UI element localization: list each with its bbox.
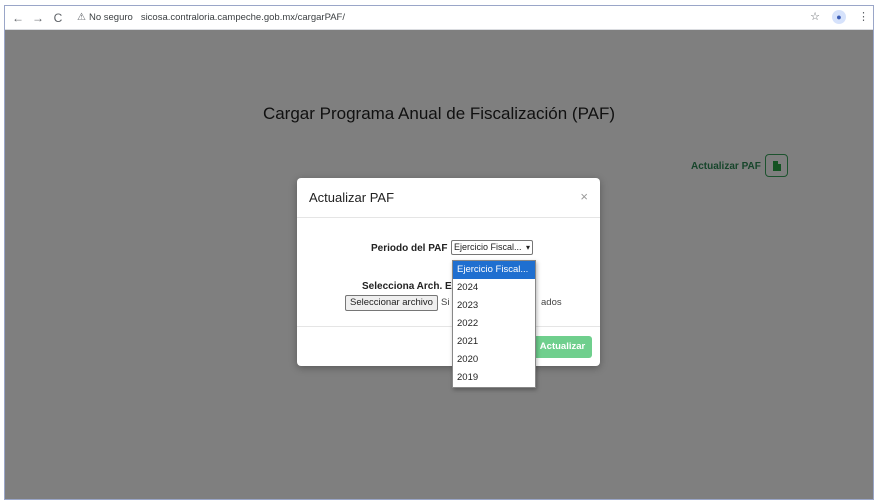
forward-icon[interactable]: → bbox=[31, 11, 45, 25]
file-status-end: ados bbox=[541, 297, 562, 308]
close-icon[interactable]: × bbox=[580, 189, 588, 204]
browser-toolbar: ← → C ⚠ No seguro sicosa.contraloria.cam… bbox=[5, 6, 873, 30]
dropdown-option[interactable]: 2022 bbox=[453, 315, 535, 333]
url-text[interactable]: sicosa.contraloria.campeche.gob.mx/carga… bbox=[141, 12, 345, 23]
periodo-label: Periodo del PAF bbox=[371, 243, 448, 254]
chevron-down-icon: ▾ bbox=[525, 243, 530, 252]
dropdown-option[interactable]: 2024 bbox=[453, 279, 535, 297]
modal-title: Actualizar PAF bbox=[309, 190, 395, 205]
dropdown-option[interactable]: 2020 bbox=[453, 351, 535, 369]
back-icon[interactable]: ← bbox=[11, 11, 25, 25]
dropdown-option[interactable]: 2023 bbox=[453, 297, 535, 315]
security-label[interactable]: No seguro bbox=[89, 12, 133, 23]
file-status-start: Si bbox=[441, 297, 450, 308]
browser-window: ← → C ⚠ No seguro sicosa.contraloria.cam… bbox=[4, 5, 874, 500]
periodo-dropdown-list: Ejercicio Fiscal... 2024 2023 2022 2021 … bbox=[452, 260, 536, 388]
menu-icon[interactable]: ⋮ bbox=[858, 10, 869, 24]
update-paf-modal: Actualizar PAF × Periodo del PAF Ejercic… bbox=[297, 178, 600, 366]
select-value: Ejercicio Fiscal... bbox=[454, 242, 522, 252]
reload-icon[interactable]: C bbox=[51, 11, 65, 25]
dropdown-option[interactable]: 2019 bbox=[453, 369, 535, 387]
choose-file-button[interactable]: Seleccionar archivo bbox=[345, 295, 438, 311]
archivo-label-start: Selecciona Arch. Ex bbox=[362, 281, 458, 292]
submit-update-button[interactable]: Actualizar bbox=[533, 336, 592, 358]
periodo-select[interactable]: Ejercicio Fiscal... ▾ bbox=[451, 240, 533, 255]
dropdown-option[interactable]: 2021 bbox=[453, 333, 535, 351]
modal-divider bbox=[297, 326, 600, 327]
profile-avatar-icon[interactable]: ● bbox=[832, 10, 846, 24]
toolbar-actions: ☆ ● ⋮ bbox=[810, 10, 869, 24]
archivo-label: Selecciona Arch. Ex: bbox=[362, 281, 521, 292]
dropdown-option[interactable]: Ejercicio Fiscal... bbox=[453, 261, 535, 279]
address-bar[interactable]: ⚠ No seguro sicosa.contraloria.campeche.… bbox=[77, 9, 809, 26]
modal-header: Actualizar PAF × bbox=[297, 178, 600, 218]
star-icon[interactable]: ☆ bbox=[810, 10, 820, 24]
warning-icon: ⚠ bbox=[77, 12, 86, 23]
